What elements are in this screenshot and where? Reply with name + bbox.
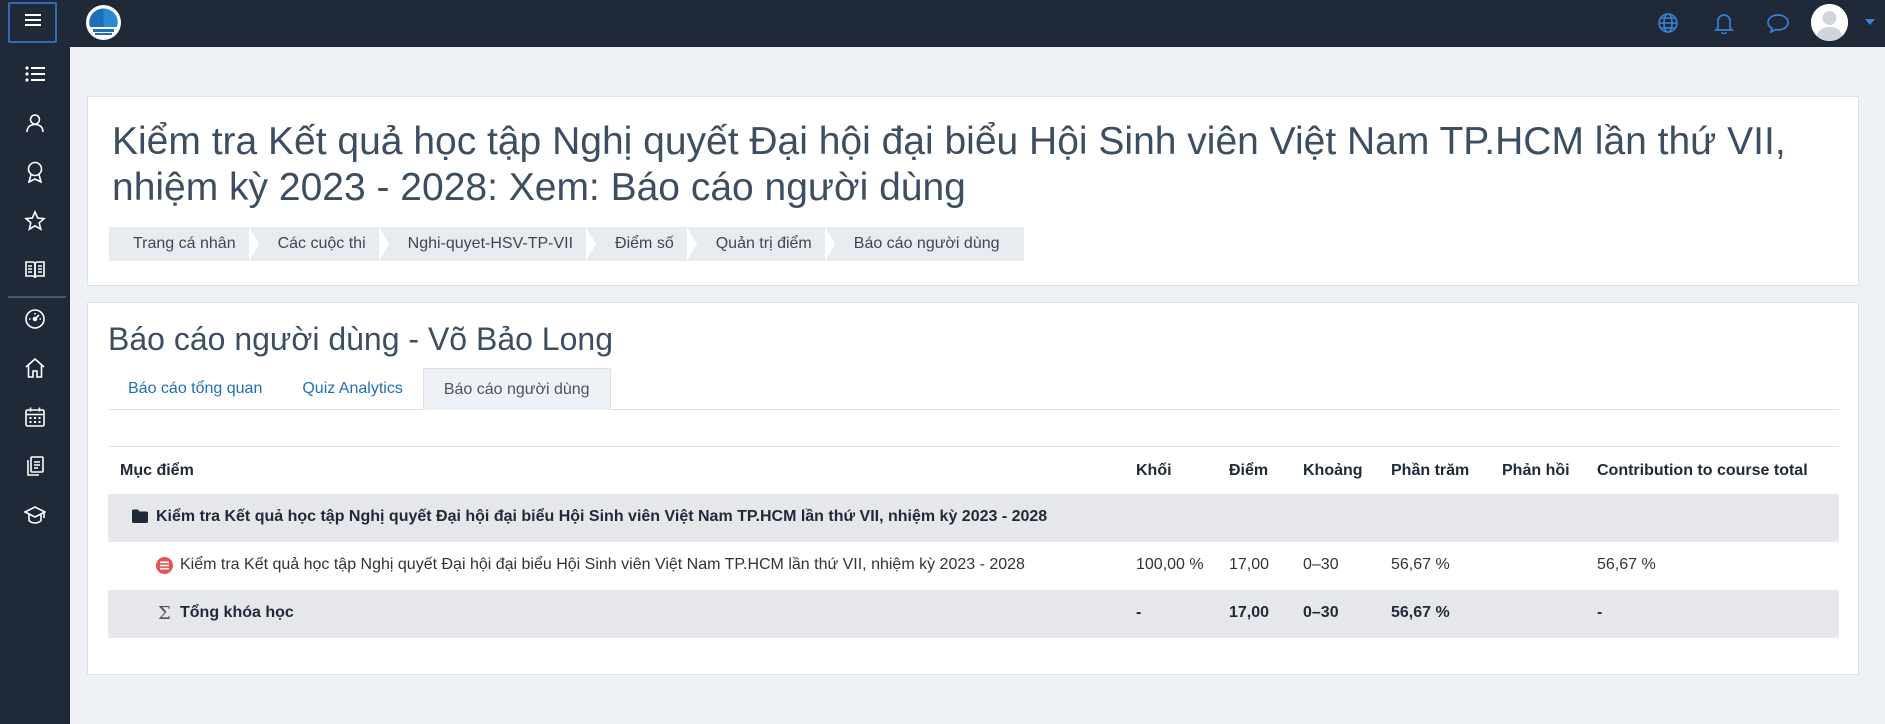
list-icon[interactable]: [21, 60, 49, 88]
files-icon[interactable]: [21, 452, 49, 480]
report-title: Báo cáo người dùng - Võ Bảo Long: [108, 321, 613, 357]
item-percentage: 56,67 %: [1391, 556, 1450, 573]
item-contribution: 56,67 %: [1597, 556, 1656, 573]
grades-table: Mục điểm Khối Điểm Khoảng Phần trăm Phản…: [108, 447, 1839, 638]
grade-item-link[interactable]: Kiểm tra Kết quả học tập Nghị quyết Đại …: [180, 556, 1025, 574]
breadcrumb-label: Các cuộc thi: [277, 235, 366, 252]
breadcrumb-item-grade-admin[interactable]: Quản trị điểm: [692, 227, 835, 261]
dashboard-icon[interactable]: [21, 305, 49, 333]
chat-icon[interactable]: [1764, 9, 1792, 37]
user-report-card: Báo cáo người dùng - Võ Bảo Long Báo cáo…: [87, 302, 1859, 675]
breadcrumb-item-user-report: Báo cáo người dùng: [830, 227, 1024, 261]
side-navigation: [0, 47, 70, 724]
calendar-icon[interactable]: [21, 403, 49, 431]
breadcrumb-item-course[interactable]: Nghi-quyet-HSV-TP-VII: [384, 227, 597, 261]
breadcrumb-label: Trang cá nhân: [133, 235, 236, 252]
globe-icon[interactable]: [1654, 9, 1682, 37]
column-header-grade: Điểm: [1229, 462, 1269, 479]
nav-divider: [8, 296, 66, 298]
column-header-feedback: Phản hồi: [1502, 462, 1570, 479]
tab-overview-report[interactable]: Báo cáo tổng quan: [108, 368, 282, 410]
breadcrumb-label: Điểm số: [615, 235, 674, 252]
column-header-grade-item: Mục điểm: [120, 462, 194, 479]
breadcrumb-label: Báo cáo người dùng: [853, 235, 1000, 252]
folder-icon: [132, 509, 148, 528]
column-header-contribution: Contribution to course total: [1597, 462, 1808, 479]
table-header-row: Mục điểm Khối Điểm Khoảng Phần trăm Phản…: [108, 447, 1839, 494]
table-row-category: Kiểm tra Kết quả học tập Nghị quyết Đại …: [108, 494, 1839, 542]
star-icon[interactable]: [21, 207, 49, 235]
user-icon[interactable]: [21, 109, 49, 137]
column-header-percentage: Phần trăm: [1391, 462, 1470, 479]
user-avatar[interactable]: [1811, 4, 1848, 41]
book-icon[interactable]: [21, 256, 49, 284]
column-header-weight: Khối: [1136, 462, 1172, 479]
table-row-course-total: Σ Tổng khóa học - 17,00 0–30 56,67 % -: [108, 590, 1839, 638]
page-title: Kiểm tra Kết quả học tập Nghị quyết Đại …: [112, 120, 1786, 209]
item-weight: 100,00 %: [1136, 556, 1204, 573]
item-grade: 17,00: [1229, 556, 1270, 573]
page-header-card: Kiểm tra Kết quả học tập Nghị quyết Đại …: [87, 96, 1859, 286]
column-header-range: Khoảng: [1303, 462, 1363, 479]
badge-icon[interactable]: [21, 158, 49, 186]
course-total-label: Tổng khóa học: [180, 604, 294, 621]
bell-icon[interactable]: [1710, 9, 1738, 37]
menu-toggle-button[interactable]: [8, 2, 57, 43]
breadcrumb-item-grades[interactable]: Điểm số: [591, 227, 697, 261]
breadcrumb-item-contests[interactable]: Các cuộc thi: [254, 227, 389, 261]
breadcrumb-item-profile[interactable]: Trang cá nhân: [109, 227, 259, 261]
total-contribution: -: [1597, 604, 1603, 621]
total-grade: 17,00: [1229, 604, 1270, 621]
breadcrumb-label: Quản trị điểm: [715, 235, 812, 252]
tab-user-report[interactable]: Báo cáo người dùng: [422, 368, 611, 410]
table-row-grade-item: Kiểm tra Kết quả học tập Nghị quyết Đại …: [132, 542, 1839, 590]
category-name: Kiểm tra Kết quả học tập Nghị quyết Đại …: [156, 508, 1048, 525]
sigma-icon: Σ: [158, 603, 171, 624]
graduation-cap-icon[interactable]: [21, 501, 49, 529]
total-percentage: 56,67 %: [1391, 604, 1450, 621]
report-tabs: Báo cáo tổng quan Quiz Analytics Báo cáo…: [108, 368, 1839, 410]
total-weight: -: [1136, 604, 1142, 621]
site-logo[interactable]: [86, 5, 121, 40]
breadcrumb-label: Nghi-quyet-HSV-TP-VII: [407, 235, 574, 252]
quiz-icon: [156, 557, 173, 579]
total-range: 0–30: [1303, 604, 1339, 621]
tab-quiz-analytics[interactable]: Quiz Analytics: [282, 368, 422, 410]
item-range: 0–30: [1303, 556, 1339, 573]
caret-down-icon[interactable]: [1863, 15, 1877, 29]
top-navbar: [0, 0, 1885, 47]
breadcrumb: Trang cá nhân Các cuộc thi Nghi-quyet-HS…: [109, 227, 1024, 261]
menu-icon: [24, 13, 41, 32]
home-icon[interactable]: [21, 354, 49, 382]
